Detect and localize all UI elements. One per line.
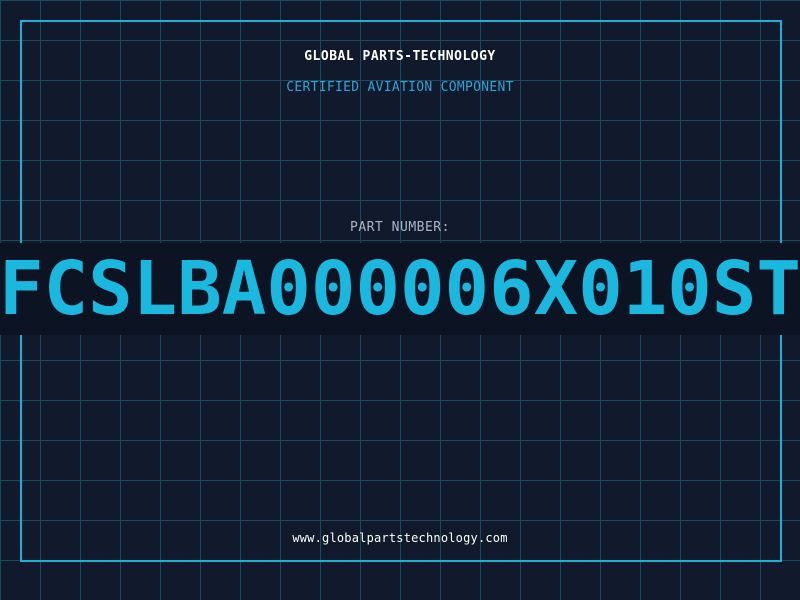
part-number-label: PART NUMBER: xyxy=(350,220,450,235)
part-number-value: 7FCSLBA000006X010ST0 xyxy=(0,246,800,332)
brand-subtitle: CERTIFIED AVIATION COMPONENT xyxy=(286,80,514,95)
brand-title: GLOBAL PARTS-TECHNOLOGY xyxy=(304,49,496,64)
part-number-band: 7FCSLBA000006X010ST0 xyxy=(0,243,800,335)
website-url[interactable]: www.globalpartstechnology.com xyxy=(0,531,800,545)
